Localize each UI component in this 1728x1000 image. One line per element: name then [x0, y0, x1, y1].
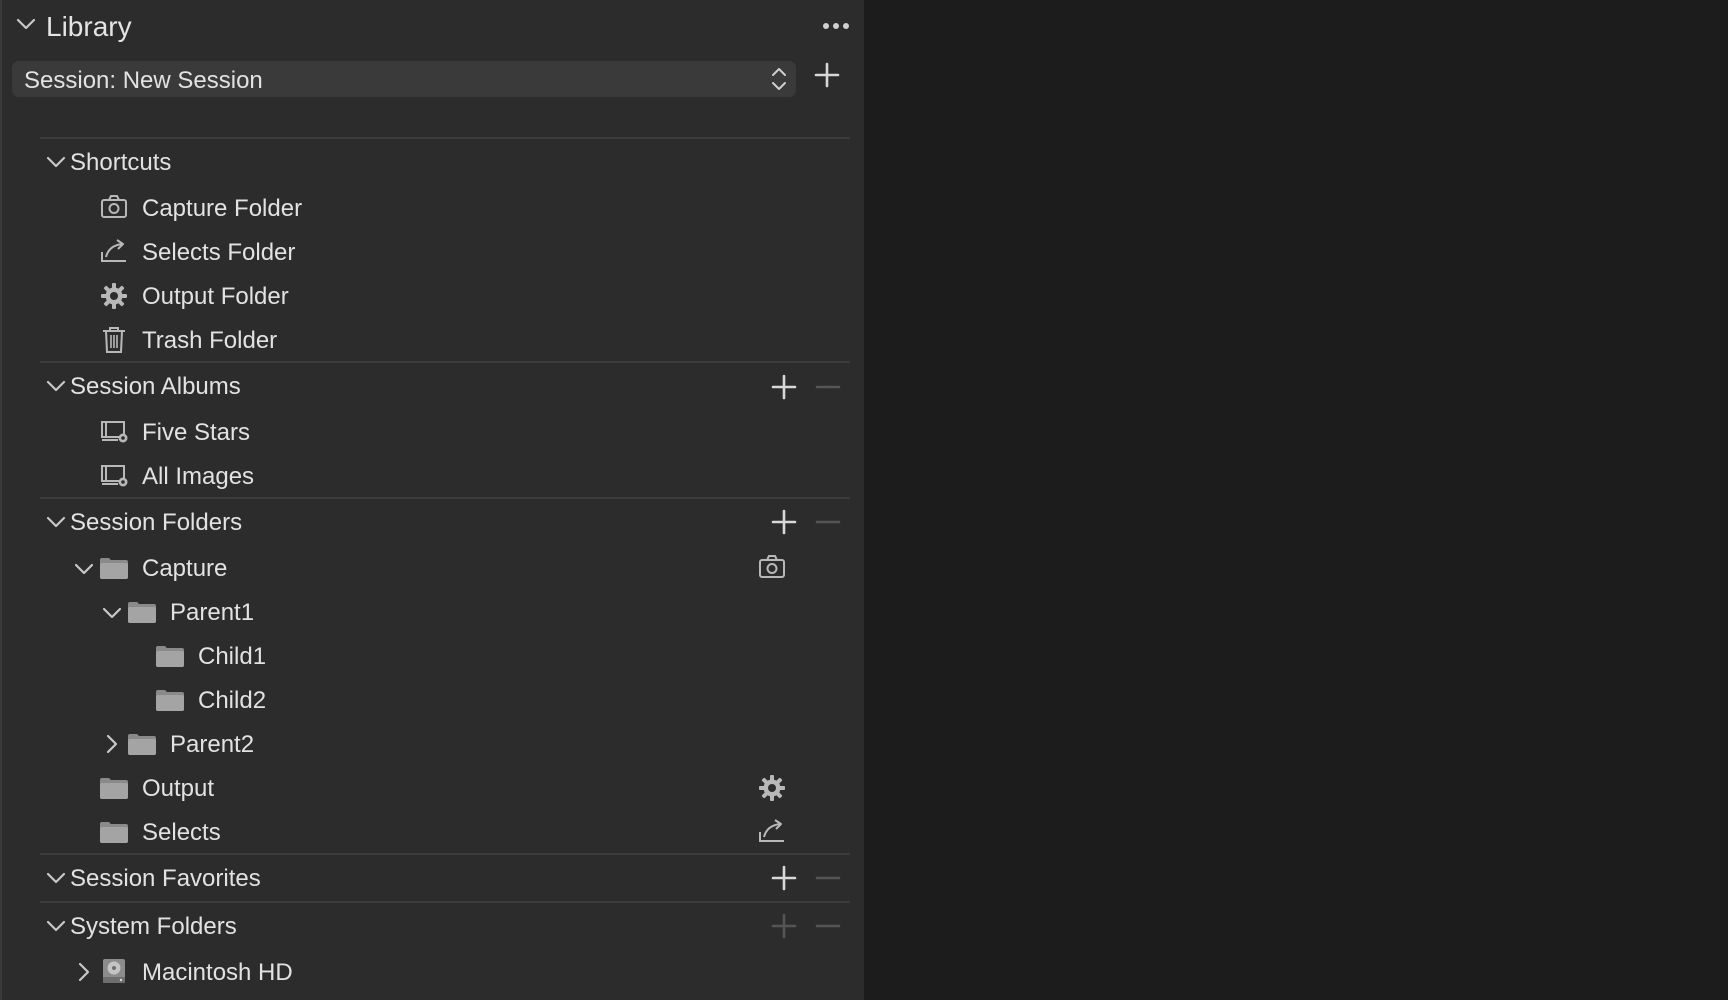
session-folders-chevron-icon[interactable] [46, 514, 66, 530]
session-folders-section-title[interactable]: Session Folders [70, 511, 242, 535]
folder-selects[interactable]: Selects [2, 813, 864, 853]
divider [40, 137, 850, 139]
album-five-stars[interactable]: Five Stars [2, 413, 864, 453]
session-albums-section-title[interactable]: Session Albums [70, 375, 241, 399]
library-title: Library [46, 11, 132, 42]
selects-icon [100, 238, 128, 264]
viewer-area [864, 0, 1728, 1000]
shortcut-output-folder[interactable]: Output Folder [2, 277, 864, 317]
folder-icon [127, 600, 157, 624]
album-label: All Images [142, 463, 255, 490]
session-select[interactable]: Session: New Session [12, 61, 796, 97]
remove-album-minus-icon[interactable] [814, 373, 842, 401]
trash-icon [101, 326, 127, 354]
remove-folder-minus-icon[interactable] [814, 508, 842, 536]
divider [40, 853, 850, 855]
folder-icon [155, 688, 185, 712]
folder-icon [99, 820, 129, 844]
folder-child1[interactable]: Child1 [2, 637, 864, 677]
system-folders-chevron-icon[interactable] [46, 918, 66, 934]
folder-label: Selects [142, 819, 221, 846]
chevron-down-icon[interactable] [102, 605, 122, 621]
shortcut-selects-folder[interactable]: Selects Folder [2, 233, 864, 273]
folder-parent1[interactable]: Parent1 [2, 593, 864, 633]
folder-label: Parent2 [170, 731, 255, 758]
hard-drive-icon [100, 957, 128, 985]
gear-icon [758, 774, 786, 802]
folder-parent2[interactable]: Parent2 [2, 725, 864, 765]
library-panel: Library Session: New Session Shortcuts C… [0, 0, 864, 1000]
shortcut-label: Trash Folder [142, 327, 278, 354]
camera-icon [758, 554, 786, 580]
add-session-plus-icon[interactable] [813, 61, 841, 89]
divider [40, 361, 850, 363]
smart-album-icon [100, 463, 130, 489]
shortcut-label: Selects Folder [142, 239, 296, 266]
add-album-plus-icon[interactable] [770, 373, 798, 401]
shortcut-label: Capture Folder [142, 195, 303, 222]
folder-label: Child2 [198, 687, 267, 714]
chevron-down-icon[interactable] [74, 561, 94, 577]
more-options-ellipsis-icon[interactable] [822, 22, 850, 30]
remove-favorite-minus-icon[interactable] [814, 864, 842, 892]
folder-icon [155, 644, 185, 668]
system-folders-section-title[interactable]: System Folders [70, 915, 237, 939]
folder-label: Child1 [198, 643, 267, 670]
system-folder-label: Macintosh HD [142, 959, 293, 986]
folder-label: Parent1 [170, 599, 255, 626]
remove-system-folder-minus-icon [814, 912, 842, 940]
shortcut-trash-folder[interactable]: Trash Folder [2, 321, 864, 361]
add-favorite-plus-icon[interactable] [770, 864, 798, 892]
folder-icon [99, 556, 129, 580]
smart-album-icon [100, 419, 130, 445]
shortcuts-section-title[interactable]: Shortcuts [70, 151, 171, 175]
session-select-value: Session: New Session [24, 67, 263, 94]
album-label: Five Stars [142, 419, 251, 446]
album-all-images[interactable]: All Images [2, 457, 864, 497]
shortcut-label: Output Folder [142, 283, 289, 310]
system-folder-macintosh-hd[interactable]: Macintosh HD [2, 953, 864, 993]
session-albums-chevron-icon[interactable] [46, 378, 66, 394]
divider [40, 901, 850, 903]
folder-label: Capture [142, 555, 228, 582]
add-system-folder-plus-icon [770, 912, 798, 940]
session-favorites-chevron-icon[interactable] [46, 870, 66, 886]
folder-icon [127, 732, 157, 756]
folder-output[interactable]: Output [2, 769, 864, 809]
folder-icon [99, 776, 129, 800]
chevron-right-icon[interactable] [104, 734, 120, 754]
divider [40, 497, 850, 499]
shortcut-capture-folder[interactable]: Capture Folder [2, 189, 864, 229]
gear-icon [100, 282, 128, 310]
add-folder-plus-icon[interactable] [770, 508, 798, 536]
library-collapse-chevron-icon[interactable] [16, 16, 36, 32]
select-stepper-icon [770, 65, 788, 93]
session-favorites-section-title[interactable]: Session Favorites [70, 867, 261, 891]
camera-icon [100, 194, 128, 220]
folder-child2[interactable]: Child2 [2, 681, 864, 721]
folder-capture[interactable]: Capture [2, 549, 864, 589]
shortcuts-chevron-icon[interactable] [46, 154, 66, 170]
folder-label: Output [142, 775, 215, 802]
chevron-right-icon[interactable] [76, 962, 92, 982]
selects-icon [758, 818, 786, 844]
